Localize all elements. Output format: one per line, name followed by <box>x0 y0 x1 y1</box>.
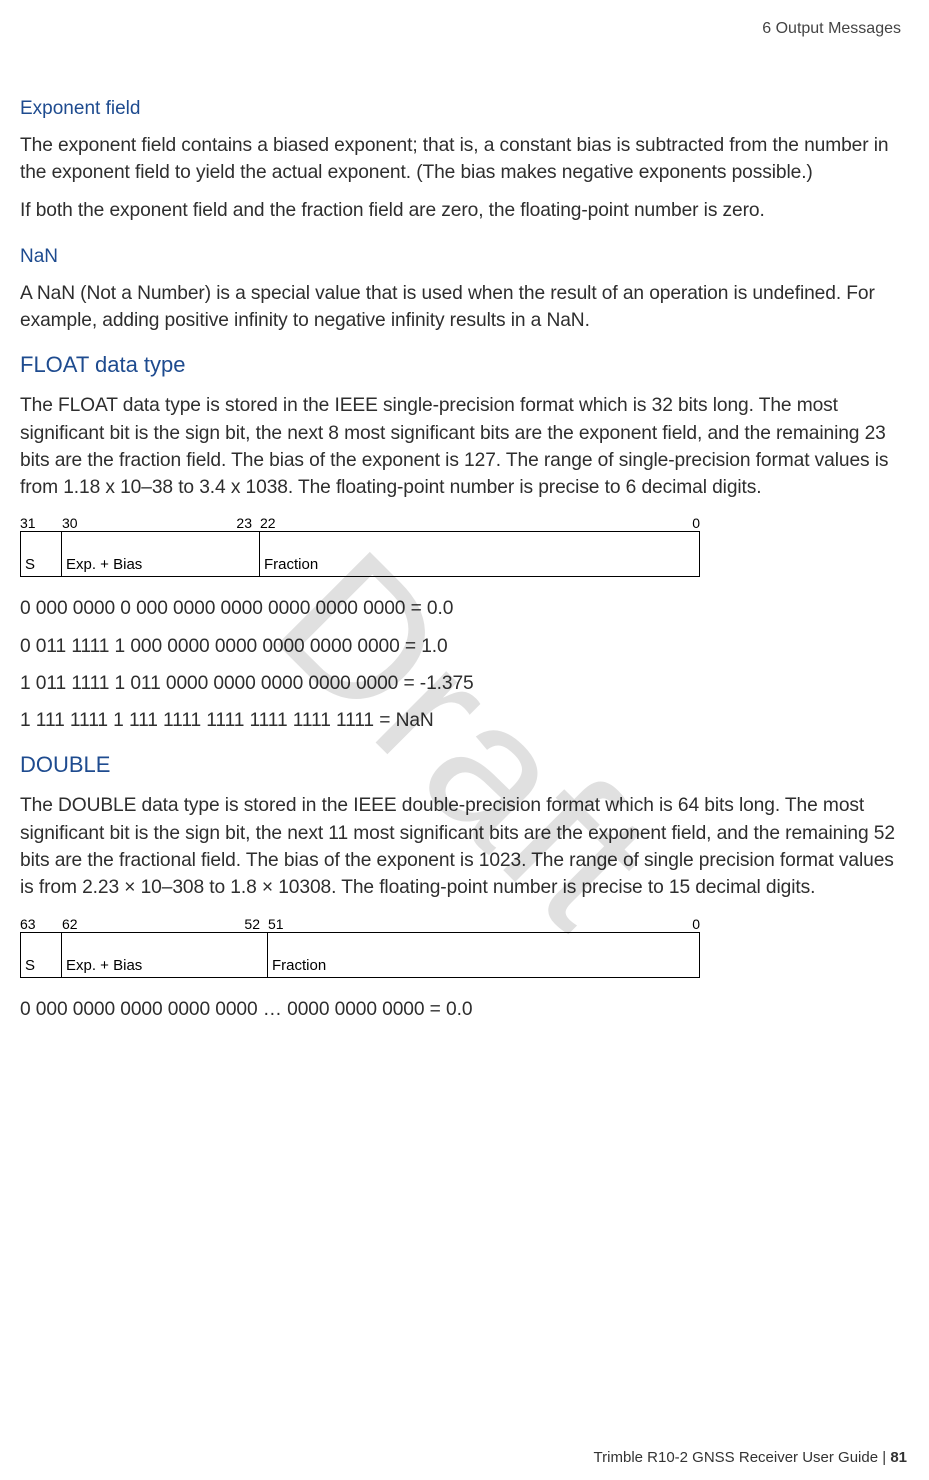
float-example-4: 1 111 1111 1 111 1111 1111 1111 1111 111… <box>20 707 909 734</box>
bit-label-22: 22 <box>252 515 292 531</box>
bit-label-62: 62 <box>62 916 230 932</box>
double-bit-diagram: 63 62 52 51 0 S Exp. + Bias Fraction <box>20 916 700 978</box>
heading-exponent-field: Exponent field <box>20 98 909 120</box>
cell-sign-d: S <box>20 932 62 978</box>
cell-exp: Exp. + Bias <box>62 531 260 577</box>
cell-sign: S <box>20 531 62 577</box>
bit-label-0-d: 0 <box>300 916 700 932</box>
cell-fraction-d: Fraction <box>268 932 700 978</box>
bit-label-31: 31 <box>20 515 62 531</box>
bit-label-51: 51 <box>260 916 300 932</box>
bit-label-0: 0 <box>292 515 700 531</box>
para-exponent-2: If both the exponent field and the fract… <box>20 197 909 224</box>
para-double: The DOUBLE data type is stored in the IE… <box>20 792 909 901</box>
bit-label-63: 63 <box>20 916 62 932</box>
double-example-1: 0 000 0000 0000 0000 0000 … 0000 0000 00… <box>20 996 909 1023</box>
bit-label-30: 30 <box>62 515 222 531</box>
float-bit-diagram: 31 30 23 22 0 S Exp. + Bias Fraction <box>20 515 700 577</box>
cell-fraction: Fraction <box>260 531 700 577</box>
heading-nan: NaN <box>20 246 909 268</box>
para-exponent-1: The exponent field contains a biased exp… <box>20 132 909 187</box>
bit-label-23: 23 <box>222 515 252 531</box>
float-example-2: 0 011 1111 1 000 0000 0000 0000 0000 000… <box>20 633 909 660</box>
para-float: The FLOAT data type is stored in the IEE… <box>20 392 909 501</box>
chapter-header: 6 Output Messages <box>20 20 909 38</box>
bit-label-52: 52 <box>230 916 260 932</box>
heading-double: DOUBLE <box>20 752 909 778</box>
page-footer: Trimble R10-2 GNSS Receiver User Guide |… <box>594 1449 907 1466</box>
float-example-1: 0 000 0000 0 000 0000 0000 0000 0000 000… <box>20 595 909 622</box>
para-nan: A NaN (Not a Number) is a special value … <box>20 280 909 335</box>
cell-exp-d: Exp. + Bias <box>62 932 268 978</box>
page-number: 81 <box>890 1449 907 1466</box>
float-example-3: 1 011 1111 1 011 0000 0000 0000 0000 000… <box>20 670 909 697</box>
heading-float-data-type: FLOAT data type <box>20 352 909 378</box>
footer-text: Trimble R10-2 GNSS Receiver User Guide | <box>594 1449 891 1466</box>
